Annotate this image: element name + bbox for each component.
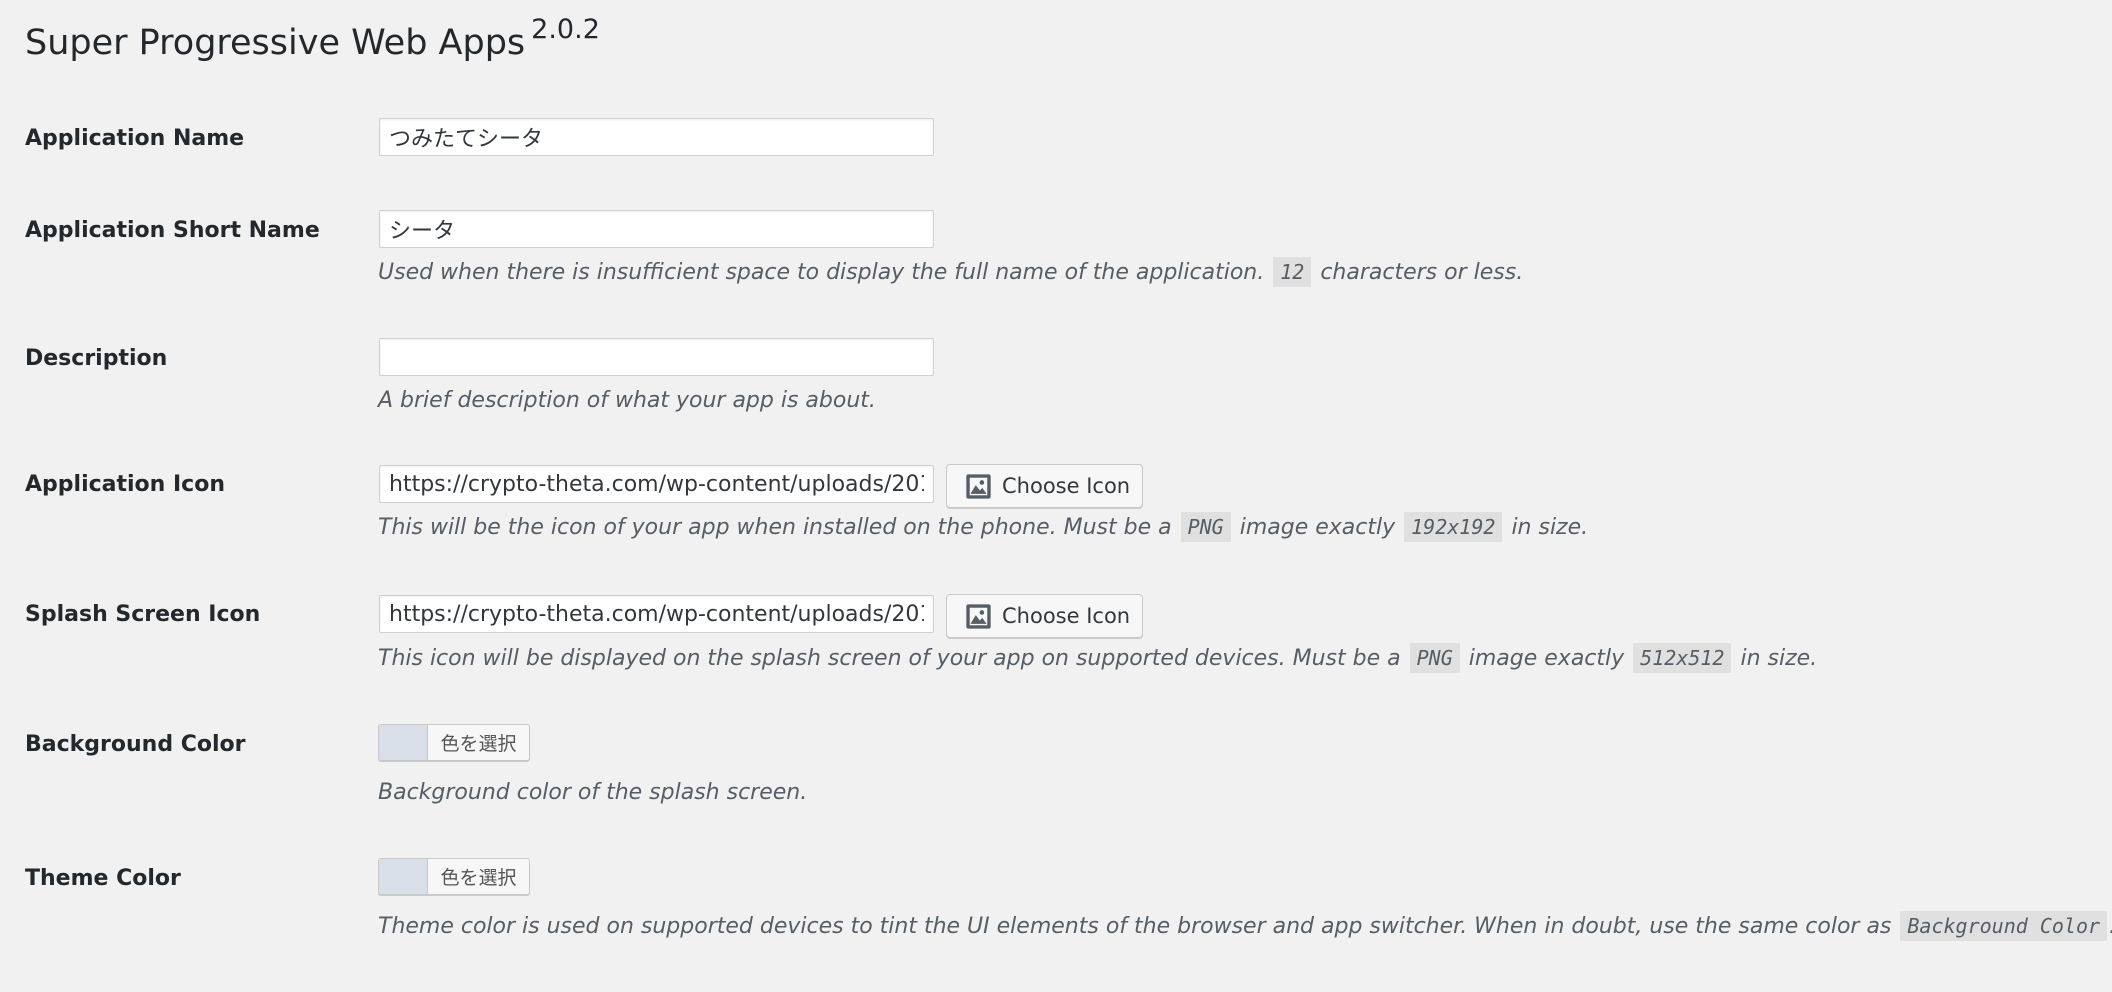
app-icon-desc-middle: image exactly: [1239, 515, 1396, 540]
short-name-input[interactable]: [379, 210, 934, 248]
size-192-code: 192x192: [1404, 512, 1503, 542]
theme-color-desc-text: Theme color is used on supported devices…: [378, 914, 1892, 939]
choose-splash-icon-button[interactable]: Choose Icon: [946, 594, 1143, 638]
size-512-code: 512x512: [1633, 643, 1732, 673]
theme-color-picker-button[interactable]: 色を選択: [378, 858, 530, 895]
background-color-label: Background Color: [25, 732, 246, 757]
short-name-description: Used when there is insufficient space to…: [378, 257, 1524, 287]
page-title-text: Super Progressive Web Apps: [25, 23, 526, 63]
theme-color-swatch: [379, 859, 428, 894]
page-title: Super Progressive Web Apps 2.0.2: [25, 16, 600, 63]
splash-icon-url-input[interactable]: [379, 595, 934, 633]
short-name-desc-text: Used when there is insufficient space to…: [378, 260, 1265, 285]
image-icon: [966, 603, 991, 629]
splash-icon-label: Splash Screen Icon: [25, 602, 261, 627]
app-icon-desc-suffix: in size.: [1511, 515, 1589, 540]
png-code: PNG: [1180, 512, 1231, 542]
app-icon-url-input[interactable]: [379, 465, 934, 503]
app-icon-label: Application Icon: [25, 472, 225, 497]
background-color-picker-label: 色を選択: [440, 733, 517, 755]
description-help: A brief description of what your app is …: [378, 388, 876, 413]
png-code: PNG: [1409, 643, 1460, 673]
theme-color-description: Theme color is used on supported devices…: [378, 911, 2112, 941]
settings-page: Super Progressive Web Apps 2.0.2 Applicat…: [0, 0, 2112, 992]
splash-icon-desc-text: This icon will be displayed on the splas…: [378, 646, 1401, 671]
background-color-swatch: [379, 725, 428, 760]
splash-icon-description: This icon will be displayed on the splas…: [378, 643, 1818, 673]
background-color-code: Background Color: [1900, 911, 2108, 941]
image-icon: [966, 473, 991, 499]
app-name-input[interactable]: [379, 118, 934, 156]
app-name-label: Application Name: [25, 126, 245, 151]
splash-icon-desc-suffix: in size.: [1740, 646, 1818, 671]
app-icon-desc-text: This will be the icon of your app when i…: [378, 515, 1172, 540]
version-label: 2.0.2: [531, 14, 600, 45]
short-name-desc-suffix: characters or less.: [1320, 260, 1524, 285]
background-color-description: Background color of the splash screen.: [378, 780, 808, 805]
splash-icon-desc-middle: image exactly: [1468, 646, 1625, 671]
description-input[interactable]: [379, 338, 934, 376]
description-label: Description: [25, 346, 168, 371]
choose-splash-icon-label: Choose Icon: [1002, 604, 1131, 628]
theme-color-picker-label: 色を選択: [440, 867, 517, 889]
choose-app-icon-label: Choose Icon: [1002, 474, 1131, 498]
app-icon-description: This will be the icon of your app when i…: [378, 512, 1589, 542]
choose-app-icon-button[interactable]: Choose Icon: [946, 464, 1143, 508]
background-color-picker-button[interactable]: 色を選択: [378, 724, 530, 761]
theme-color-label: Theme Color: [25, 866, 181, 891]
short-name-label: Application Short Name: [25, 218, 320, 243]
max-length-code: 12: [1273, 257, 1312, 287]
